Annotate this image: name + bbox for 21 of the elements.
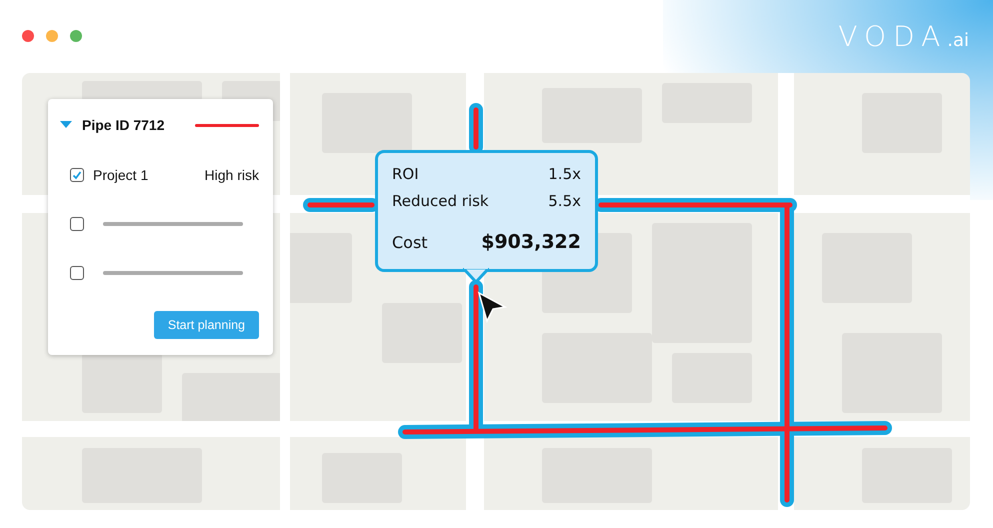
- pipe-title: Pipe ID 7712: [82, 117, 164, 133]
- checkbox[interactable]: [70, 216, 84, 230]
- cursor-icon: [477, 291, 507, 323]
- legend-line: [195, 124, 259, 126]
- logo-suffix: .ai: [947, 30, 969, 51]
- caret-icon[interactable]: [60, 121, 72, 129]
- metric-value: 5.5x: [548, 192, 581, 210]
- pipe-network-drawing[interactable]: [303, 103, 892, 507]
- logo-text: VODA: [838, 20, 948, 53]
- start-planning-button[interactable]: Start planning: [154, 311, 259, 339]
- metric-value: $903,322: [481, 231, 581, 253]
- metric-label: ROI: [392, 165, 419, 183]
- close-icon[interactable]: [22, 30, 34, 42]
- metric-value: 1.5x: [548, 165, 581, 183]
- risk-label: High risk: [204, 166, 259, 182]
- checkbox[interactable]: [70, 266, 84, 280]
- metric-label: Cost: [392, 233, 428, 252]
- metric-label: Reduced risk: [392, 192, 489, 210]
- maximize-icon[interactable]: [70, 30, 82, 42]
- checkbox[interactable]: [70, 168, 84, 182]
- project-label: Project 1: [93, 166, 148, 182]
